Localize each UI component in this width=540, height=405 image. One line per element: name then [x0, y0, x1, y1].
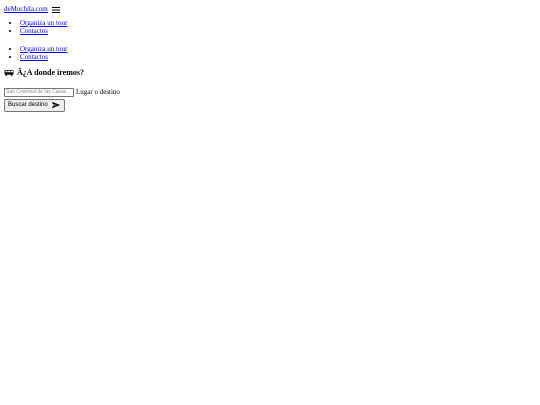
search-destination-button[interactable]: Buscar destino — [4, 98, 65, 112]
organiza-tour-link[interactable]: Organiza un tour — [20, 19, 67, 27]
secondary-nav-item: Contactos — [20, 53, 536, 61]
primary-nav: Organiza un tour Contactos — [4, 19, 536, 35]
page-title: Â¿A donde iremos? — [17, 68, 84, 78]
primary-nav-item: Organiza un tour — [20, 19, 536, 27]
search-row: Lugar o destino — [4, 87, 540, 97]
contactos-link[interactable]: Contactos — [20, 27, 48, 35]
hamburger-menu-icon[interactable] — [51, 6, 61, 14]
secondary-nav: Organiza un tour Contactos — [4, 45, 536, 61]
search-button-row: Buscar destino — [4, 98, 540, 112]
search-button-label: Buscar destino — [8, 102, 48, 108]
send-icon — [51, 101, 61, 109]
hero-section: Â¿A donde iremos? Lugar o destino Buscar… — [0, 67, 540, 112]
organiza-tour-link-2[interactable]: Organiza un tour — [20, 45, 67, 53]
primary-nav-item: Contactos — [20, 27, 536, 35]
bus-icon — [4, 69, 14, 77]
brand-row: deMochila.com — [4, 4, 536, 15]
top-bar: deMochila.com Organiza un tour Contactos… — [0, 0, 540, 61]
contactos-link-2[interactable]: Contactos — [20, 53, 48, 61]
hero-title-row: Â¿A donde iremos? — [4, 67, 540, 79]
brand-link[interactable]: deMochila.com — [4, 5, 48, 13]
secondary-nav-item: Organiza un tour — [20, 45, 536, 53]
destination-input[interactable] — [4, 87, 74, 97]
destination-label: Lugar o destino — [76, 87, 120, 96]
